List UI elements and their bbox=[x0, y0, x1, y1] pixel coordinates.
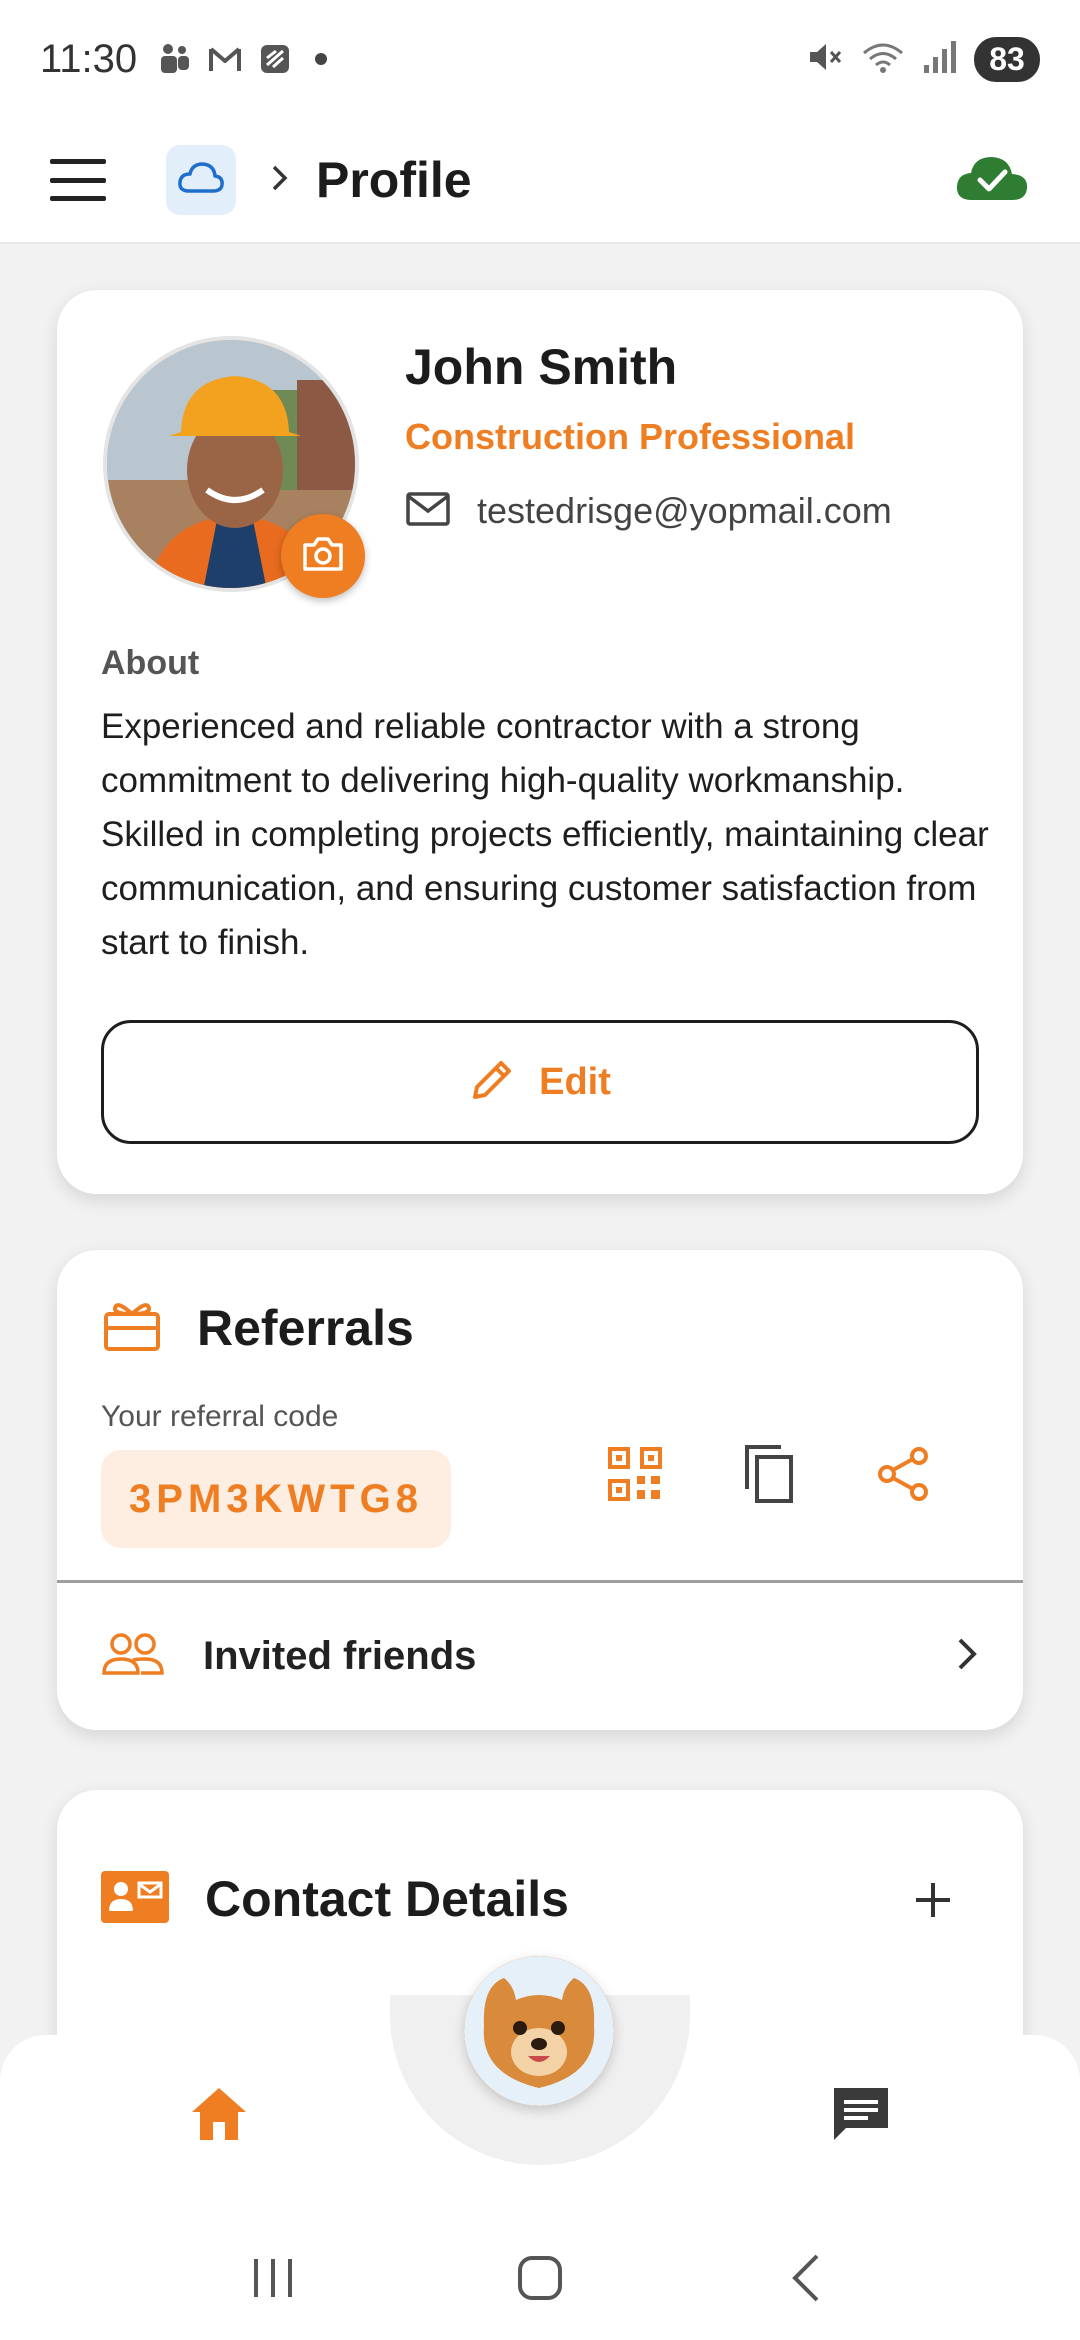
people-icon bbox=[101, 1631, 165, 1682]
user-name: John Smith bbox=[405, 339, 678, 395]
recent-apps-button[interactable] bbox=[233, 2238, 313, 2318]
nav-chat-button[interactable] bbox=[826, 2080, 896, 2150]
app-icon bbox=[257, 41, 293, 77]
referrals-title: Referrals bbox=[197, 1299, 414, 1356]
gift-icon bbox=[103, 1298, 161, 1357]
status-time: 11:30 bbox=[40, 36, 138, 81]
profile-card: John Smith Construction Professional tes… bbox=[57, 290, 1023, 1194]
contact-details-header: Contact Details bbox=[101, 1870, 569, 1928]
referrals-card: Referrals Your referral code 3PM3KWTG8 I… bbox=[57, 1250, 1023, 1730]
teams-icon bbox=[157, 41, 193, 77]
status-notification-icons bbox=[157, 41, 328, 77]
invited-friends-label: Invited friends bbox=[203, 1634, 477, 1678]
email-row: testedrisge@yopmail.com bbox=[405, 490, 892, 532]
app-bar: Profile bbox=[0, 118, 1080, 244]
gmail-icon bbox=[207, 41, 243, 77]
copy-icon bbox=[741, 1443, 797, 1510]
about-text: Experienced and reliable contractor with… bbox=[101, 707, 989, 962]
share-button[interactable] bbox=[863, 1436, 943, 1516]
add-contact-button[interactable] bbox=[903, 1872, 963, 1932]
referrals-header: Referrals bbox=[103, 1298, 414, 1357]
change-photo-button[interactable] bbox=[281, 514, 365, 598]
user-email: testedrisge@yopmail.com bbox=[477, 490, 892, 531]
sync-check-icon[interactable] bbox=[954, 152, 1030, 209]
system-navigation-bar bbox=[0, 2215, 1080, 2340]
referral-code-box[interactable]: 3PM3KWTG8 bbox=[101, 1450, 451, 1548]
pencil-icon bbox=[469, 1057, 515, 1108]
invited-friends-row[interactable]: Invited friends bbox=[101, 1583, 979, 1730]
about-label: About bbox=[101, 644, 200, 682]
copy-code-button[interactable] bbox=[729, 1436, 809, 1516]
status-bar: 11:30 83 bbox=[0, 0, 1080, 118]
user-role: Construction Professional bbox=[405, 416, 856, 457]
cloud-icon bbox=[177, 161, 225, 200]
qr-code-icon bbox=[607, 1446, 663, 1507]
nav-home-button[interactable] bbox=[184, 2080, 254, 2150]
contact-details-title: Contact Details bbox=[205, 1871, 569, 1927]
menu-icon[interactable] bbox=[50, 159, 106, 201]
email-icon bbox=[405, 491, 451, 532]
battery-indicator: 83 bbox=[974, 36, 1040, 82]
edit-button[interactable]: Edit bbox=[101, 1020, 979, 1144]
notification-dot bbox=[315, 53, 328, 65]
signal-icon bbox=[922, 37, 958, 82]
assistant-avatar[interactable] bbox=[464, 1956, 614, 2106]
referral-code: 3PM3KWTG8 bbox=[129, 1476, 423, 1521]
plus-icon bbox=[913, 1880, 953, 1925]
chevron-right-icon bbox=[955, 1636, 979, 1677]
contact-card-icon bbox=[101, 1870, 169, 1928]
page-title: Profile bbox=[316, 152, 472, 208]
share-icon bbox=[875, 1446, 931, 1507]
chevron-right-icon bbox=[270, 163, 290, 198]
wifi-icon bbox=[860, 37, 906, 82]
qr-code-button[interactable] bbox=[595, 1436, 675, 1516]
referral-code-label: Your referral code bbox=[101, 1400, 339, 1433]
edit-label: Edit bbox=[539, 1060, 611, 1103]
mute-icon bbox=[804, 37, 844, 82]
cloud-home-button[interactable] bbox=[166, 145, 236, 215]
home-button[interactable] bbox=[500, 2238, 580, 2318]
status-system-icons: 83 bbox=[804, 36, 1040, 82]
camera-icon bbox=[301, 535, 345, 578]
back-button[interactable] bbox=[767, 2238, 847, 2318]
